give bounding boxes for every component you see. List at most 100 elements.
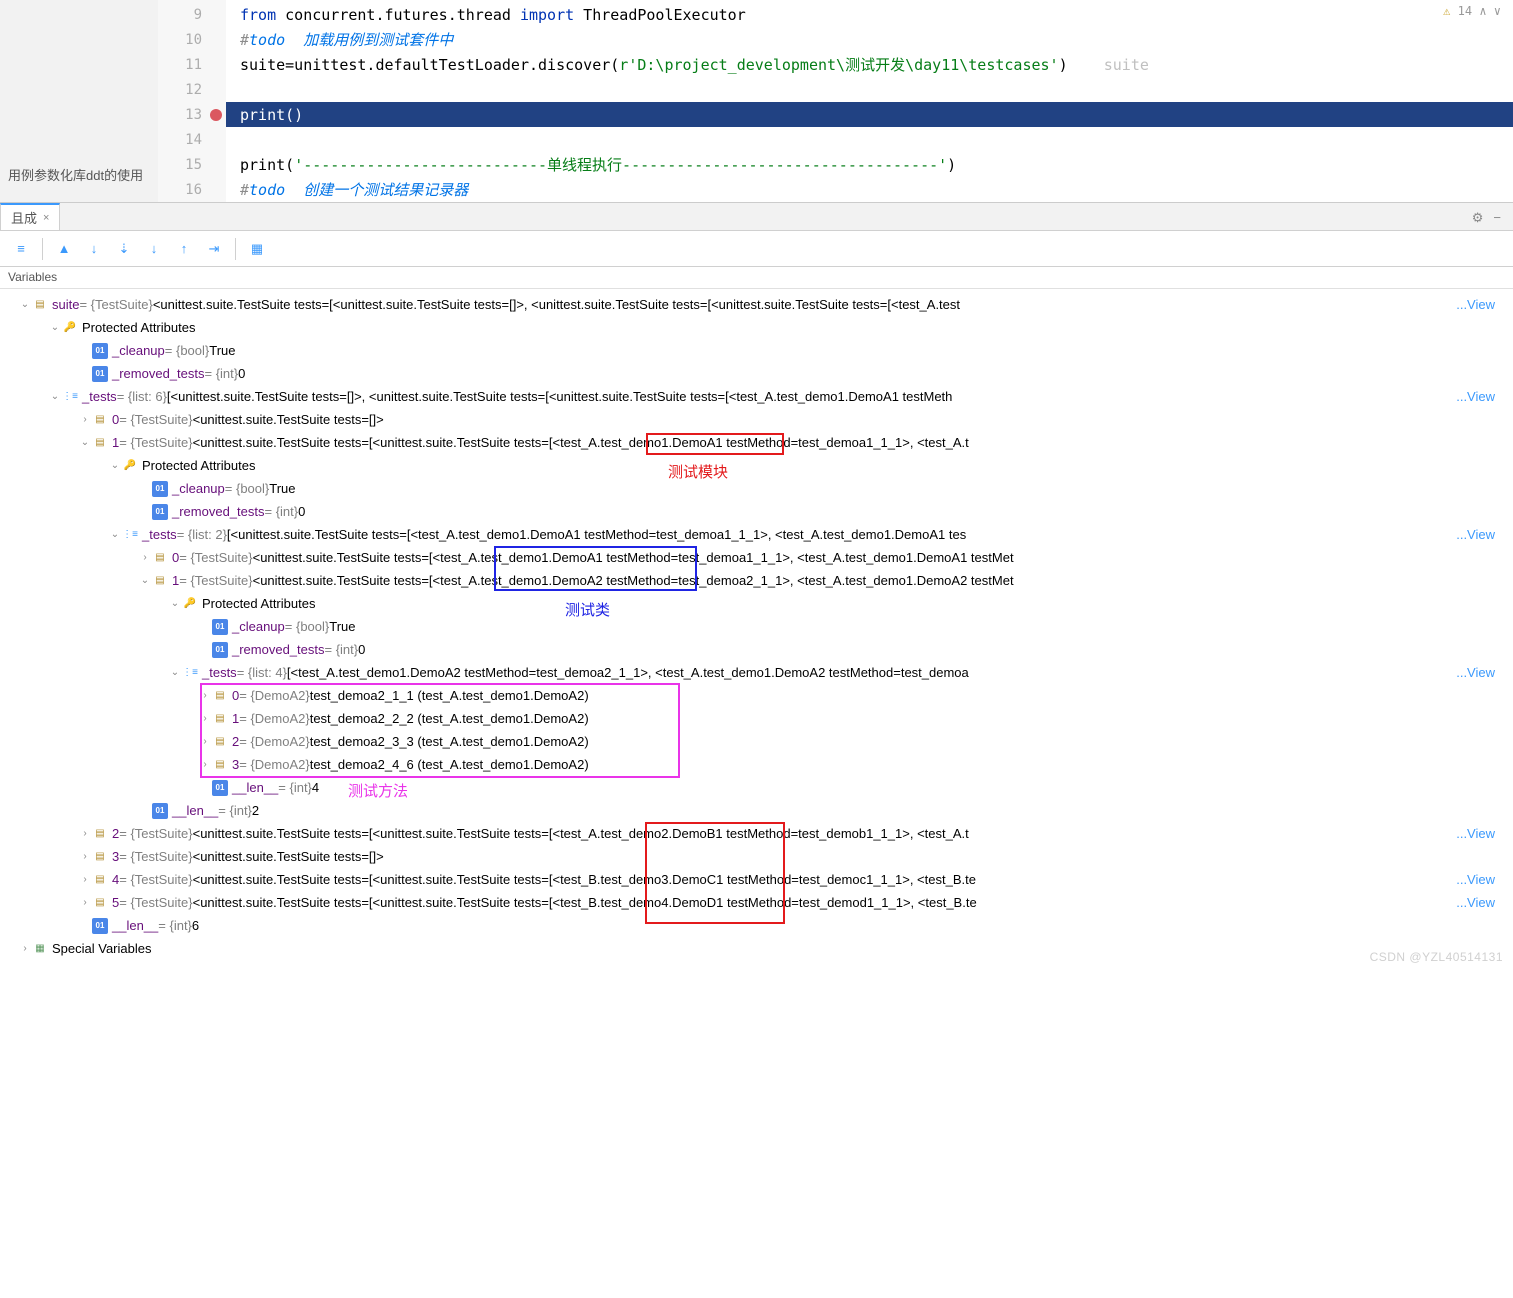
variable-name: _tests (142, 527, 177, 542)
chevron-right-icon[interactable]: › (198, 759, 212, 770)
view-link[interactable]: ...View (1456, 895, 1513, 910)
code-line[interactable]: #todo 加载用例到测试套件中 (226, 27, 1513, 52)
toolbar-button-3[interactable]: ⇣ (111, 236, 137, 262)
variable-row[interactable]: ⌄▤1 = {TestSuite} <unittest.suite.TestSu… (0, 431, 1513, 454)
code-area[interactable]: ⚠ 14 ∧ ∨ from concurrent.futures.thread … (226, 0, 1513, 202)
code-line[interactable] (226, 127, 1513, 152)
chevron-right-icon[interactable]: › (78, 851, 92, 862)
variable-row[interactable]: ⌄🔑Protected Attributes (0, 316, 1513, 339)
variable-row[interactable]: 01__len__ = {int} 4 (0, 776, 1513, 799)
chevron-down-icon[interactable]: ⌄ (48, 322, 62, 333)
chevron-right-icon[interactable]: › (18, 943, 32, 954)
gear-icon[interactable]: ⚙ (1472, 210, 1484, 226)
variable-row[interactable]: 01__len__ = {int} 6 (0, 914, 1513, 937)
variable-row[interactable]: ›▤0 = {DemoA2} test_demoa2_1_1 (test_A.t… (0, 684, 1513, 707)
chevron-down-icon[interactable]: ⌄ (48, 391, 62, 402)
chevron-down-icon[interactable]: ∨ (1494, 4, 1501, 18)
variable-row[interactable]: ›▤1 = {DemoA2} test_demoa2_2_2 (test_A.t… (0, 707, 1513, 730)
close-icon[interactable]: × (43, 212, 49, 224)
variable-row[interactable]: ›▤3 = {DemoA2} test_demoa2_4_6 (test_A.t… (0, 753, 1513, 776)
chevron-right-icon[interactable]: › (198, 736, 212, 747)
toolbar-button-1[interactable]: ▲ (51, 236, 77, 262)
variable-type: = {TestSuite} (79, 297, 152, 312)
variable-row[interactable]: 01_cleanup = {bool} True (0, 615, 1513, 638)
chevron-right-icon[interactable]: › (198, 690, 212, 701)
code-line[interactable]: print('---------------------------单线程执行-… (226, 152, 1513, 177)
variable-row[interactable]: ⌄⋮≡_tests = {list: 2} [<unittest.suite.T… (0, 523, 1513, 546)
chevron-down-icon[interactable]: ⌄ (78, 437, 92, 448)
gutter-line[interactable]: 14 (158, 127, 226, 152)
view-link[interactable]: ...View (1456, 389, 1513, 404)
variable-row[interactable]: ⌄⋮≡_tests = {list: 4} [<test_A.test_demo… (0, 661, 1513, 684)
variables-tree[interactable]: ⌄▤suite = {TestSuite} <unittest.suite.Te… (0, 289, 1513, 970)
variable-row[interactable]: 01_removed_tests = {int} 0 (0, 638, 1513, 661)
toolbar-button-7[interactable]: ▦ (244, 236, 270, 262)
variable-type: = {TestSuite} (119, 412, 192, 427)
variable-row[interactable]: ⌄🔑Protected Attributes (0, 454, 1513, 477)
variable-row[interactable]: ›▤5 = {TestSuite} <unittest.suite.TestSu… (0, 891, 1513, 914)
minimize-icon[interactable]: − (1493, 210, 1501, 226)
variable-row[interactable]: 01_removed_tests = {int} 0 (0, 362, 1513, 385)
variable-row[interactable]: 01_cleanup = {bool} True (0, 339, 1513, 362)
code-line[interactable] (226, 77, 1513, 102)
object-icon: ▤ (92, 895, 108, 911)
chevron-right-icon[interactable]: › (78, 414, 92, 425)
code-line[interactable]: print() (226, 102, 1513, 127)
variable-row[interactable]: ›▤3 = {TestSuite} <unittest.suite.TestSu… (0, 845, 1513, 868)
chevron-up-icon[interactable]: ∧ (1479, 4, 1493, 18)
view-link[interactable]: ...View (1456, 297, 1513, 312)
primitive-icon: 01 (92, 343, 108, 359)
chevron-right-icon[interactable]: › (78, 828, 92, 839)
variable-row[interactable]: ›▤2 = {TestSuite} <unittest.suite.TestSu… (0, 822, 1513, 845)
variable-name: _cleanup (112, 343, 165, 358)
code-line[interactable]: #todo 创建一个测试结果记录器 (226, 177, 1513, 202)
variable-row[interactable]: 01__len__ = {int} 2 (0, 799, 1513, 822)
variable-type: = {list: 2} (177, 527, 227, 542)
chevron-down-icon[interactable]: ⌄ (168, 598, 182, 609)
variable-row[interactable]: ⌄▤1 = {TestSuite} <unittest.suite.TestSu… (0, 569, 1513, 592)
variable-row[interactable]: 01_removed_tests = {int} 0 (0, 500, 1513, 523)
chevron-right-icon[interactable]: › (198, 713, 212, 724)
variable-type: = {DemoA2} (239, 734, 309, 749)
gutter-line[interactable]: 13 (158, 102, 226, 127)
variable-row[interactable]: ⌄⋮≡_tests = {list: 6} [<unittest.suite.T… (0, 385, 1513, 408)
gutter-line[interactable]: 11 (158, 52, 226, 77)
chevron-down-icon[interactable]: ⌄ (108, 529, 122, 540)
variable-row[interactable]: ›▤4 = {TestSuite} <unittest.suite.TestSu… (0, 868, 1513, 891)
variable-row[interactable]: ›▤2 = {DemoA2} test_demoa2_3_3 (test_A.t… (0, 730, 1513, 753)
code-line[interactable]: suite=unittest.defaultTestLoader.discove… (226, 52, 1513, 77)
chevron-down-icon[interactable]: ⌄ (138, 575, 152, 586)
chevron-right-icon[interactable]: › (78, 897, 92, 908)
variable-row[interactable]: ›▦Special Variables (0, 937, 1513, 960)
debug-tab[interactable]: 且成 × (0, 203, 60, 230)
toolbar-button-6[interactable]: ⇥ (201, 236, 227, 262)
variable-row[interactable]: ⌄▤suite = {TestSuite} <unittest.suite.Te… (0, 293, 1513, 316)
view-link[interactable]: ...View (1456, 872, 1513, 887)
variable-row[interactable]: ›▤0 = {TestSuite} <unittest.suite.TestSu… (0, 408, 1513, 431)
gutter-line[interactable]: 16 (158, 177, 226, 202)
gutter-line[interactable]: 9 (158, 2, 226, 27)
line-gutter[interactable]: 910111213141516 (158, 0, 226, 202)
gutter-line[interactable]: 10 (158, 27, 226, 52)
view-link[interactable]: ...View (1456, 527, 1513, 542)
view-link[interactable]: ...View (1456, 826, 1513, 841)
code-line[interactable]: from concurrent.futures.thread import Th… (226, 2, 1513, 27)
variable-name: 3 (112, 849, 119, 864)
chevron-down-icon[interactable]: ⌄ (108, 460, 122, 471)
chevron-down-icon[interactable]: ⌄ (168, 667, 182, 678)
view-link[interactable]: ...View (1456, 665, 1513, 680)
code-editor-area: 用例参数化库ddt的使用 910111213141516 ⚠ 14 ∧ ∨ fr… (0, 0, 1513, 203)
chevron-right-icon[interactable]: › (78, 874, 92, 885)
inspection-widget[interactable]: ⚠ 14 ∧ ∨ (1443, 4, 1501, 18)
toolbar-button-2[interactable]: ↓ (81, 236, 107, 262)
variable-row[interactable]: ⌄🔑Protected Attributes (0, 592, 1513, 615)
toolbar-button-5[interactable]: ↑ (171, 236, 197, 262)
gutter-line[interactable]: 15 (158, 152, 226, 177)
toolbar-button-4[interactable]: ↓ (141, 236, 167, 262)
variable-row[interactable]: 01_cleanup = {bool} True (0, 477, 1513, 500)
chevron-down-icon[interactable]: ⌄ (18, 299, 32, 310)
toolbar-button-0[interactable]: ≡ (8, 236, 34, 262)
gutter-line[interactable]: 12 (158, 77, 226, 102)
variable-row[interactable]: ›▤0 = {TestSuite} <unittest.suite.TestSu… (0, 546, 1513, 569)
chevron-right-icon[interactable]: › (138, 552, 152, 563)
